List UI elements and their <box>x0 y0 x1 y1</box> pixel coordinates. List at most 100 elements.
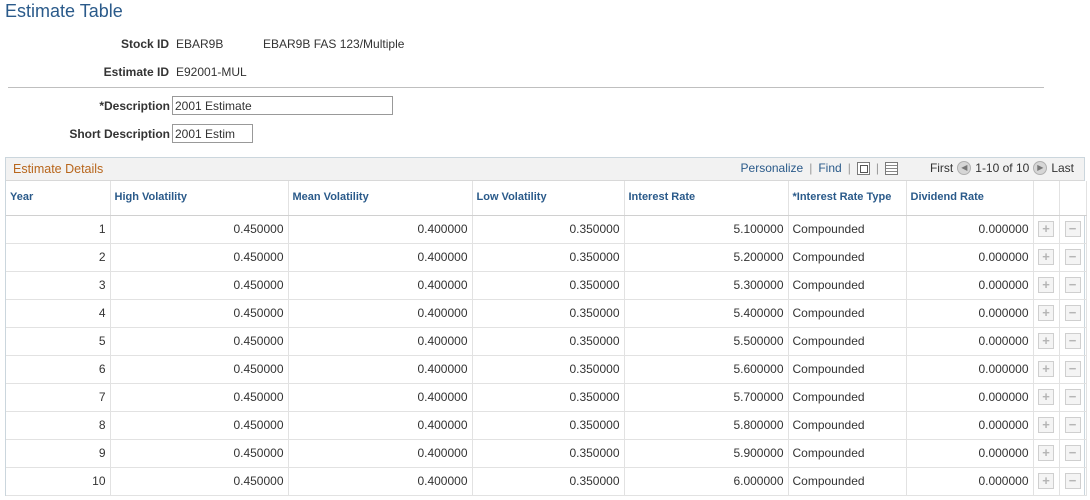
add-row-button[interactable]: + <box>1038 333 1054 349</box>
page-title: Estimate Table <box>5 1 123 21</box>
last-label: Last <box>1051 161 1074 175</box>
delete-row-button[interactable]: − <box>1064 389 1081 405</box>
interest-rate-type-cell: Compounded <box>788 467 907 496</box>
column-header-interest-rate-type[interactable]: *Interest Rate Type <box>788 181 907 216</box>
mean-volatility-cell: 0.400000 <box>288 271 473 300</box>
add-row-button[interactable]: + <box>1038 389 1054 405</box>
add-row-button[interactable]: + <box>1038 473 1054 489</box>
interest-rate-type-cell: Compounded <box>788 243 907 272</box>
interest-rate-type-cell: Compounded <box>788 439 907 468</box>
dividend-rate-cell: 0.000000 <box>906 439 1034 468</box>
interest-rate-cell: 5.700000 <box>624 383 789 412</box>
delete-row-button-cell: − <box>1059 439 1087 468</box>
section-divider <box>8 87 1044 88</box>
delete-row-button[interactable]: − <box>1064 361 1081 377</box>
dividend-rate-cell: 0.000000 <box>906 411 1034 440</box>
low-volatility-cell: 0.350000 <box>472 271 625 300</box>
add-row-button[interactable]: + <box>1038 361 1054 377</box>
delete-row-button[interactable]: − <box>1064 221 1081 237</box>
table-row: 5 0.450000 0.400000 0.350000 5.500000 Compoun… <box>6 327 1087 356</box>
mean-volatility-cell: 0.400000 <box>288 383 473 412</box>
previous-arrow-icon[interactable]: ◀ <box>957 161 972 175</box>
delete-row-button-cell: − <box>1059 215 1087 244</box>
mean-volatility-cell: 0.400000 <box>288 355 473 384</box>
add-row-button-cell: + <box>1033 383 1060 412</box>
add-row-button[interactable]: + <box>1038 417 1054 433</box>
delete-row-button[interactable]: − <box>1064 305 1081 321</box>
dividend-rate-cell: 0.000000 <box>906 215 1034 244</box>
high-volatility-cell: 0.450000 <box>110 271 289 300</box>
year-cell: 2 <box>6 243 111 272</box>
delete-row-button[interactable]: − <box>1064 417 1081 433</box>
high-volatility-cell: 0.450000 <box>110 383 289 412</box>
next-arrow-icon[interactable]: ▶ <box>1033 161 1048 175</box>
interest-rate-cell: 5.100000 <box>624 215 789 244</box>
grid-header: Estimate Details Personalize | Find | | … <box>6 158 1084 181</box>
column-header-year[interactable]: Year <box>6 181 111 216</box>
year-cell: 6 <box>6 355 111 384</box>
table-row: 4 0.450000 0.400000 0.350000 5.400000 Compoun… <box>6 299 1087 328</box>
column-header-mean-volatility[interactable]: Mean Volatility <box>288 181 473 216</box>
delete-row-button[interactable]: − <box>1064 277 1081 293</box>
stock-id-value: EBAR9B <box>176 37 224 51</box>
mean-volatility-cell: 0.400000 <box>288 243 473 272</box>
description-input[interactable] <box>172 96 393 115</box>
interest-rate-cell: 5.400000 <box>624 299 789 328</box>
nav-separator: | <box>847 161 851 175</box>
add-row-button[interactable]: + <box>1038 277 1054 293</box>
year-cell: 4 <box>6 299 111 328</box>
zoom-icon[interactable] <box>856 161 870 175</box>
interest-rate-cell: 5.800000 <box>624 411 789 440</box>
add-row-button[interactable]: + <box>1038 221 1054 237</box>
dividend-rate-cell: 0.000000 <box>906 383 1034 412</box>
view-all-icon[interactable] <box>884 161 898 175</box>
delete-row-button[interactable]: − <box>1064 473 1081 489</box>
dividend-rate-cell: 0.000000 <box>906 271 1034 300</box>
low-volatility-cell: 0.350000 <box>472 467 625 496</box>
interest-rate-type-cell: Compounded <box>788 299 907 328</box>
table-row: 1 0.450000 0.400000 0.350000 5.100000 Compoun… <box>6 215 1087 244</box>
mean-volatility-cell: 0.400000 <box>288 467 473 496</box>
interest-rate-cell: 5.600000 <box>624 355 789 384</box>
delete-row-button-cell: − <box>1059 383 1087 412</box>
column-header-interest-rate[interactable]: Interest Rate <box>624 181 789 216</box>
stock-id-label: Stock ID <box>120 37 169 51</box>
low-volatility-cell: 0.350000 <box>472 355 625 384</box>
short-description-label: Short Description <box>69 127 170 141</box>
delete-row-button[interactable]: − <box>1064 445 1081 461</box>
add-row-button-cell: + <box>1033 271 1060 300</box>
short-description-input[interactable] <box>172 124 253 143</box>
column-header-add <box>1033 181 1060 216</box>
delete-row-button[interactable]: − <box>1064 333 1081 349</box>
add-row-button-cell: + <box>1033 439 1060 468</box>
table-header-row: Year High Volatility Mean Volatility Low… <box>6 181 1087 216</box>
estimate-table: Year High Volatility Mean Volatility Low… <box>6 181 1087 496</box>
dividend-rate-cell: 0.000000 <box>906 243 1034 272</box>
column-header-low-volatility[interactable]: Low Volatility <box>472 181 625 216</box>
personalize-link[interactable]: Personalize <box>741 161 804 175</box>
nav-separator: | <box>809 161 813 175</box>
add-row-button[interactable]: + <box>1038 445 1054 461</box>
add-row-button[interactable]: + <box>1038 249 1054 265</box>
dividend-rate-cell: 0.000000 <box>906 467 1034 496</box>
high-volatility-cell: 0.450000 <box>110 467 289 496</box>
interest-rate-cell: 5.300000 <box>624 271 789 300</box>
high-volatility-cell: 0.450000 <box>110 299 289 328</box>
year-cell: 5 <box>6 327 111 356</box>
delete-row-button[interactable]: − <box>1064 249 1081 265</box>
column-header-dividend-rate[interactable]: Dividend Rate <box>906 181 1034 216</box>
mean-volatility-cell: 0.400000 <box>288 215 473 244</box>
table-row: 10 0.450000 0.400000 0.350000 6.000000 Compou… <box>6 467 1087 496</box>
column-header-high-volatility[interactable]: High Volatility <box>110 181 289 216</box>
high-volatility-cell: 0.450000 <box>110 243 289 272</box>
low-volatility-cell: 0.350000 <box>472 439 625 468</box>
add-row-button[interactable]: + <box>1038 305 1054 321</box>
delete-row-button-cell: − <box>1059 243 1087 272</box>
year-cell: 10 <box>6 467 111 496</box>
interest-rate-cell: 6.000000 <box>624 467 789 496</box>
stock-description-value: EBAR9B FAS 123/Multiple <box>263 37 405 51</box>
mean-volatility-cell: 0.400000 <box>288 439 473 468</box>
delete-row-button-cell: − <box>1059 299 1087 328</box>
add-row-button-cell: + <box>1033 243 1060 272</box>
find-link[interactable]: Find <box>818 161 841 175</box>
